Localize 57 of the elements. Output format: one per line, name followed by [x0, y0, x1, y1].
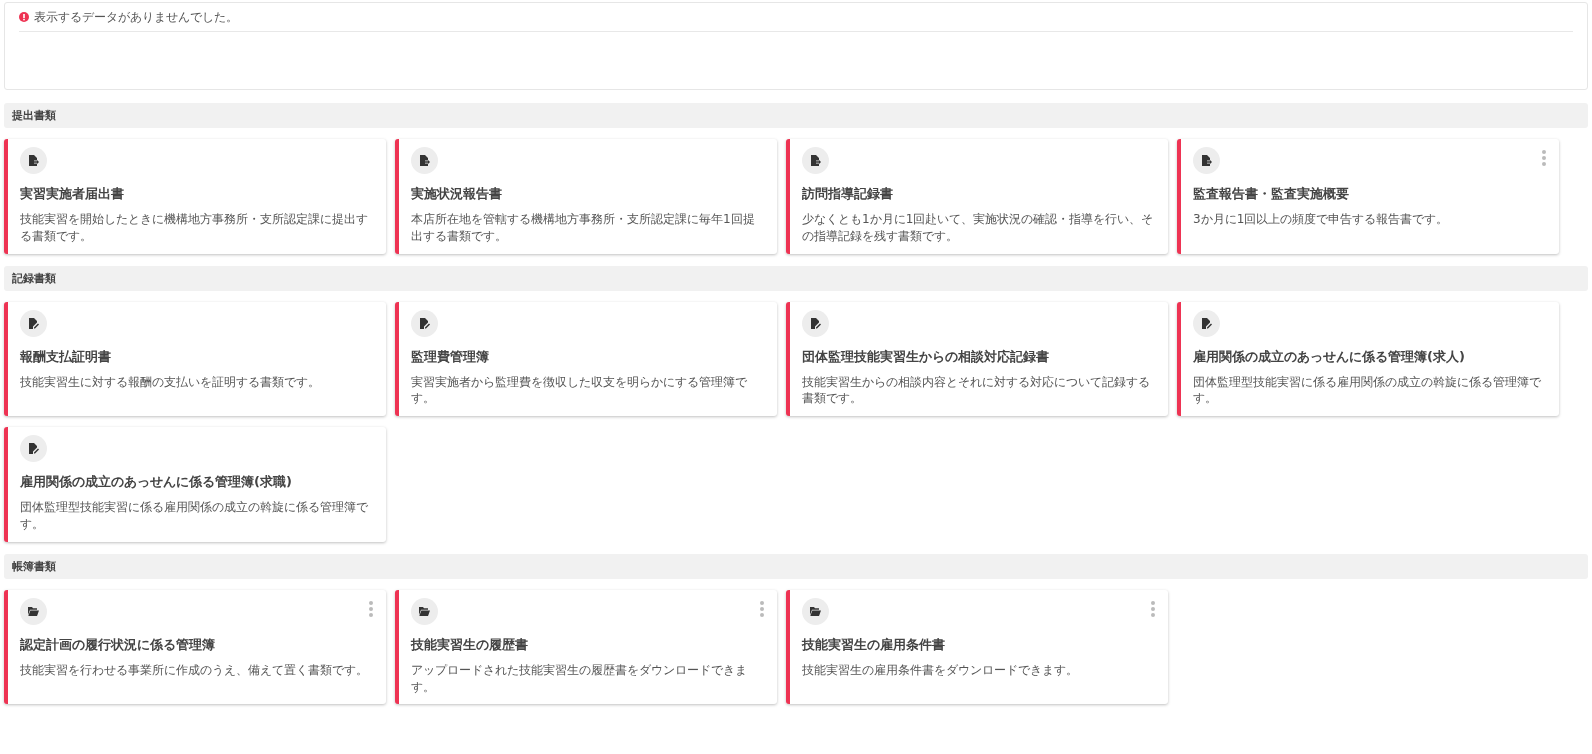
document-card[interactable]: 実施状況報告書 本店所在地を管轄する機構地方事務所・支所認定課に毎年1回提出する書類です。	[395, 139, 777, 254]
card-title: 技能実習生の雇用条件書	[802, 635, 946, 654]
card-title: 認定計画の履行状況に係る管理簿	[20, 635, 216, 654]
folder-icon	[419, 606, 430, 616]
card-description: 技能実習を開始したときに機構地方事務所・支所認定課に提出する書類です。	[20, 211, 369, 245]
more-menu-button[interactable]	[366, 599, 376, 618]
card-title: 報酬支払証明書	[20, 347, 112, 366]
document-card[interactable]: 技能実習生の雇用条件書 技能実習生の雇用条件書をダウンロードできます。	[786, 589, 1168, 705]
document-pen-icon	[419, 317, 430, 329]
folder-icon	[28, 606, 39, 616]
document-pen-icon	[28, 317, 39, 329]
section-title: 提出書類	[12, 108, 56, 123]
card-description: 少なくとも1か月に1回赴いて、実施状況の確認・指導を行い、その指導記録を残す書類です。	[802, 211, 1154, 245]
card-title: 監理費管理簿	[411, 347, 490, 366]
card-title: 雇用関係の成立のあっせんに係る管理簿(求人)	[1193, 347, 1466, 366]
folder-icon	[810, 606, 821, 616]
document-card[interactable]: 認定計画の履行状況に係る管理簿 技能実習を行わせる事業所に作成のうえ、備えて置く書類です。	[4, 589, 386, 705]
section-title: 記録書類	[12, 270, 56, 286]
document-arrow-icon	[1201, 155, 1212, 166]
document-card[interactable]: 団体監理技能実習生からの相談対応記録書 技能実習生からの相談内容とそれに対する対応について記録する書類です。	[786, 301, 1168, 417]
more-menu-button[interactable]	[757, 599, 767, 618]
document-card[interactable]: 雇用関係の成立のあっせんに係る管理簿(求職) 団体監理型技能実習に係る雇用関係の成立の斡旋に係る管理簿です。	[4, 427, 386, 542]
card-title: 技能実習生の履歴書	[411, 635, 529, 654]
card-description: 技能実習を行わせる事業所に作成のうえ、備えて置く書類です。	[20, 661, 369, 679]
document-card[interactable]: 監査報告書・監査実施概要 3か月に1回以上の頻度で申告する報告書です。	[1177, 139, 1559, 254]
section-title: 帳簿書類	[12, 558, 56, 574]
card-description: 技能実習生からの相談内容とそれに対する対応について記録する書類です。	[802, 373, 1151, 408]
card-description: 本店所在地を管轄する機構地方事務所・支所認定課に毎年1回提出する書類です。	[411, 211, 756, 245]
document-pen-icon	[810, 317, 821, 329]
card-title: 監査報告書・監査実施概要	[1193, 185, 1350, 203]
document-arrow-icon	[810, 155, 821, 166]
card-description: 実習実施者から監理費を徴収した収支を明らかにする管理簿です。	[411, 373, 748, 408]
notice-message: 表示するデータがありませんでした。	[34, 8, 238, 26]
document-arrow-icon	[28, 155, 39, 166]
card-title: 団体監理技能実習生からの相談対応記録書	[802, 347, 1050, 366]
card-description: 技能実習生に対する報酬の支払いを証明する書類です。	[20, 373, 321, 391]
card-title: 雇用関係の成立のあっせんに係る管理簿(求職)	[20, 473, 293, 492]
document-pen-icon	[1201, 317, 1212, 329]
card-description: 団体監理型技能実習に係る雇用関係の成立の斡旋に係る管理簿です。	[1193, 373, 1542, 408]
document-card[interactable]: 訪問指導記録書 少なくとも1か月に1回赴いて、実施状況の確認・指導を行い、その指導記録を残す書類です。	[786, 139, 1168, 254]
card-description: 3か月に1回以上の頻度で申告する報告書です。	[1193, 211, 1450, 228]
document-card[interactable]: 監理費管理簿 実習実施者から監理費を徴収した収支を明らかにする管理簿です。	[395, 301, 777, 417]
card-title: 訪問指導記録書	[802, 185, 894, 203]
more-menu-button[interactable]	[1539, 149, 1549, 167]
document-card[interactable]: 実習実施者届出書 技能実習を開始したときに機構地方事務所・支所認定課に提出する書類です。	[4, 139, 386, 254]
document-pen-icon	[28, 443, 39, 455]
document-card[interactable]: 報酬支払証明書 技能実習生に対する報酬の支払いを証明する書類です。	[4, 301, 386, 417]
more-menu-button[interactable]	[1148, 599, 1158, 618]
document-arrow-icon	[419, 155, 430, 166]
document-card[interactable]: 技能実習生の履歴書 アップロードされた技能実習生の履歴書をダウンロードできます。	[395, 589, 777, 705]
card-description: 技能実習生の雇用条件書をダウンロードできます。	[802, 661, 1079, 679]
alert-icon	[19, 12, 29, 22]
card-title: 実施状況報告書	[411, 185, 503, 203]
card-title: 実習実施者届出書	[20, 185, 125, 203]
card-description: 団体監理型技能実習に係る雇用関係の成立の斡旋に係る管理簿です。	[20, 499, 369, 533]
document-card[interactable]: 雇用関係の成立のあっせんに係る管理簿(求人) 団体監理型技能実習に係る雇用関係の成立の斡旋に係る管理簿です。	[1177, 301, 1559, 417]
card-description: アップロードされた技能実習生の履歴書をダウンロードできます。	[411, 661, 748, 696]
